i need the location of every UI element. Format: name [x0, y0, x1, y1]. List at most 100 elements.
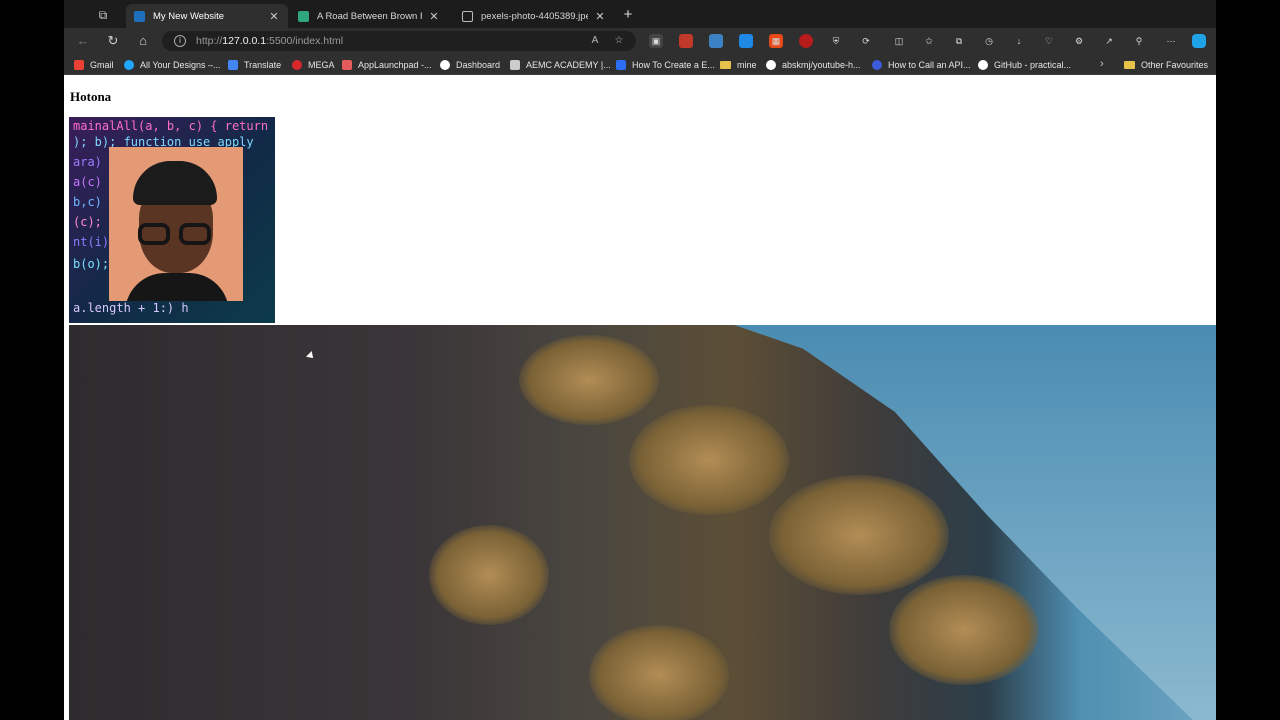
- favorite-label: Dashboard: [456, 59, 501, 70]
- favorite-label: Translate: [244, 59, 282, 70]
- split-screen-icon[interactable]: ◫: [892, 34, 906, 48]
- extension-red-icon[interactable]: [679, 34, 693, 48]
- favorite-folder-mine[interactable]: mine: [720, 57, 757, 72]
- favorite-gmail[interactable]: Gmail: [74, 57, 114, 72]
- favorite-label: mine: [737, 59, 757, 70]
- favorite-dashboard[interactable]: Dashboard: [440, 57, 500, 72]
- gmail-icon: [74, 59, 84, 70]
- favorite-label: GitHub - practical...: [994, 59, 1072, 70]
- favorite-label: MEGA: [308, 59, 335, 70]
- chevron-right-icon[interactable]: ›: [1100, 57, 1104, 72]
- code-text: ara): [73, 155, 102, 169]
- folder-icon: [720, 60, 731, 69]
- ublock-icon[interactable]: [799, 34, 813, 48]
- favorite-star-icon[interactable]: ☆: [612, 34, 626, 48]
- toolbar: ← ↻ ⌂ i http://127.0.0.1:5500/index.html…: [64, 28, 1216, 54]
- page-heading: Hotona: [70, 89, 112, 104]
- info-icon[interactable]: i: [174, 35, 186, 47]
- favorite-applaunchpad[interactable]: AppLaunchpad -...: [342, 57, 432, 72]
- more-menu-icon[interactable]: ⋯: [1164, 34, 1178, 48]
- tab-pexels-photo[interactable]: pexels-photo-4405389.jpeg ( ✕: [454, 4, 614, 28]
- refresh-button[interactable]: ↻: [104, 32, 122, 50]
- grass-patch: [629, 405, 789, 515]
- url-host: 127.0.0.1: [222, 35, 267, 47]
- landscape-image: [69, 325, 1216, 720]
- url-scheme: http://: [196, 35, 223, 47]
- profile-icon[interactable]: ⚲: [1132, 34, 1146, 48]
- extensions-icon[interactable]: ⚙: [1072, 34, 1086, 48]
- favorites-icon[interactable]: ✩: [922, 34, 936, 48]
- folder-icon: [1124, 60, 1135, 69]
- favorite-label: All Your Designs –...: [140, 59, 221, 70]
- back-button[interactable]: ←: [74, 32, 92, 50]
- github-icon: [766, 59, 776, 70]
- health-icon[interactable]: ♡: [1042, 34, 1056, 48]
- share-icon[interactable]: ↗: [1102, 34, 1116, 48]
- close-icon[interactable]: ✕: [428, 10, 440, 23]
- shield-icon[interactable]: ⛨: [829, 34, 843, 48]
- close-icon[interactable]: ✕: [268, 10, 280, 23]
- grass-patch: [519, 335, 659, 425]
- grass-patch: [429, 525, 549, 625]
- favorite-mega[interactable]: MEGA: [292, 57, 335, 72]
- pexels-icon: [298, 10, 309, 22]
- tab-title: My New Website: [153, 10, 225, 22]
- profile-image: mainalAll(a, b, c) { return c.re ); b); …: [69, 117, 275, 323]
- tab-my-new-website[interactable]: My New Website ✕: [126, 4, 288, 28]
- portrait-photo: [109, 147, 243, 301]
- favorite-how-to-create[interactable]: How To Create a E...: [616, 57, 715, 72]
- github-icon: [978, 59, 988, 70]
- favorite-translate[interactable]: Translate: [228, 57, 281, 72]
- apps-grid-icon[interactable]: ▦: [769, 34, 783, 48]
- extension-blue-icon[interactable]: [709, 34, 723, 48]
- tab-road-between-rocky[interactable]: A Road Between Brown Rocky ✕: [290, 4, 448, 28]
- shirt: [125, 273, 229, 301]
- vscode-icon: [134, 10, 145, 22]
- favorite-label: How to Call an API...: [888, 59, 971, 70]
- collections-icon[interactable]: ⧉: [952, 34, 966, 48]
- favorite-aemc-academy[interactable]: AEMC ACADEMY |...: [510, 57, 611, 72]
- applaunchpad-icon: [342, 59, 352, 70]
- new-tab-button[interactable]: +: [620, 6, 636, 24]
- url-text[interactable]: http://127.0.0.1:5500/index.html: [196, 35, 588, 47]
- glasses-left: [138, 223, 170, 245]
- downloads-icon[interactable]: ↓: [1012, 34, 1026, 48]
- dashboard-icon: [440, 59, 450, 70]
- favorite-label: How To Create a E...: [632, 59, 715, 70]
- tab-strip: ⧉ My New Website ✕ A Road Between Brown …: [64, 0, 1216, 28]
- favorite-github-practical[interactable]: GitHub - practical...: [978, 57, 1071, 72]
- web-page: Hotona mainalAll(a, b, c) { return c.re …: [64, 76, 1216, 720]
- favorite-other-favourites[interactable]: Other Favourites: [1124, 57, 1208, 72]
- favorites-bar: Gmail All Your Designs –... Translate ME…: [64, 54, 1216, 75]
- favorite-label: AppLaunchpad -...: [358, 59, 432, 70]
- copilot-icon[interactable]: [1192, 34, 1206, 48]
- favorite-label: Other Favourites: [1141, 59, 1209, 70]
- code-text: mainalAll(a, b, c) { return c.re: [73, 119, 275, 133]
- code-text: a.length + 1:) h: [73, 301, 189, 315]
- translate-icon: [228, 59, 238, 70]
- document-icon: [462, 10, 473, 22]
- favorite-label: abskmj/youtube-h...: [782, 59, 861, 70]
- extension-cube-icon[interactable]: [739, 34, 753, 48]
- read-aloud-icon[interactable]: A: [588, 34, 602, 48]
- sync-icon[interactable]: ⟳: [859, 34, 873, 48]
- history-icon[interactable]: ◷: [982, 34, 996, 48]
- api-icon: [872, 59, 882, 70]
- s-icon: [616, 59, 626, 70]
- address-bar[interactable]: i http://127.0.0.1:5500/index.html A ☆: [162, 31, 636, 51]
- tab-title: pexels-photo-4405389.jpeg (: [481, 10, 588, 22]
- favorite-all-your-designs[interactable]: All Your Designs –...: [124, 57, 221, 72]
- screenshot-icon[interactable]: ▣: [649, 34, 663, 48]
- favorite-label: Gmail: [90, 59, 114, 70]
- favorite-how-to-call-api[interactable]: How to Call an API...: [872, 57, 971, 72]
- browser-window: ⧉ My New Website ✕ A Road Between Brown …: [64, 0, 1216, 720]
- close-icon[interactable]: ✕: [594, 10, 606, 23]
- canva-icon: [124, 59, 134, 70]
- tab-actions-icon[interactable]: ⧉: [94, 6, 112, 24]
- home-button[interactable]: ⌂: [134, 32, 152, 50]
- cap: [133, 161, 217, 205]
- mega-icon: [292, 59, 302, 70]
- glasses-right: [179, 223, 211, 245]
- favorite-abskmj-youtube[interactable]: abskmj/youtube-h...: [766, 57, 861, 72]
- code-text: nt(i): [73, 235, 110, 249]
